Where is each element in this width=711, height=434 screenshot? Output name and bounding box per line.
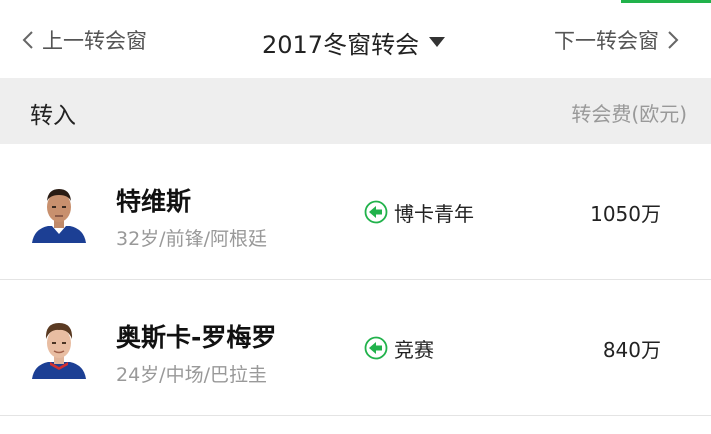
from-club: 博卡青年	[364, 144, 474, 280]
arrow-left-icon	[364, 200, 388, 224]
transfer-row[interactable]: 奥斯卡-罗梅罗 24岁/中场/巴拉圭 竞赛 840万	[0, 280, 711, 416]
season-dropdown[interactable]: 2017冬窗转会	[262, 26, 446, 59]
player-name: 特维斯	[116, 187, 192, 216]
from-club-name: 博卡青年	[394, 201, 474, 226]
player-avatar	[28, 317, 90, 379]
transfer-page: 上一转会窗 2017冬窗转会 下一转会窗 转入 转会费(欧元) 特维斯 32岁/…	[0, 0, 711, 434]
player-meta: 32岁/前锋/阿根廷	[116, 228, 267, 250]
section-title: 转入	[30, 103, 76, 129]
transfer-row[interactable]: 特维斯 32岁/前锋/阿根廷 博卡青年 1050万	[0, 144, 711, 280]
season-label: 2017冬窗转会	[262, 30, 420, 59]
fee-column-label: 转会费(欧元)	[571, 102, 687, 126]
prev-window-button[interactable]: 上一转会窗	[22, 26, 147, 54]
arrow-left-icon	[364, 336, 388, 360]
player-meta: 24岁/中场/巴拉圭	[116, 364, 267, 386]
prev-window-label: 上一转会窗	[42, 29, 147, 53]
transfer-fee: 1050万	[590, 201, 661, 226]
caret-down-icon	[429, 37, 446, 47]
from-club-name: 竞赛	[394, 337, 434, 362]
next-window-label: 下一转会窗	[554, 29, 659, 53]
player-name: 奥斯卡-罗梅罗	[116, 323, 277, 352]
transfers-in-header: 转入 转会费(欧元)	[0, 78, 711, 144]
chevron-right-icon	[668, 31, 679, 49]
window-navigation: 上一转会窗 2017冬窗转会 下一转会窗	[0, 0, 711, 78]
chevron-left-icon	[22, 31, 33, 49]
player-avatar	[28, 181, 90, 243]
from-club: 竞赛	[364, 280, 434, 416]
transfer-fee: 840万	[602, 337, 661, 362]
next-window-button[interactable]: 下一转会窗	[554, 26, 679, 54]
